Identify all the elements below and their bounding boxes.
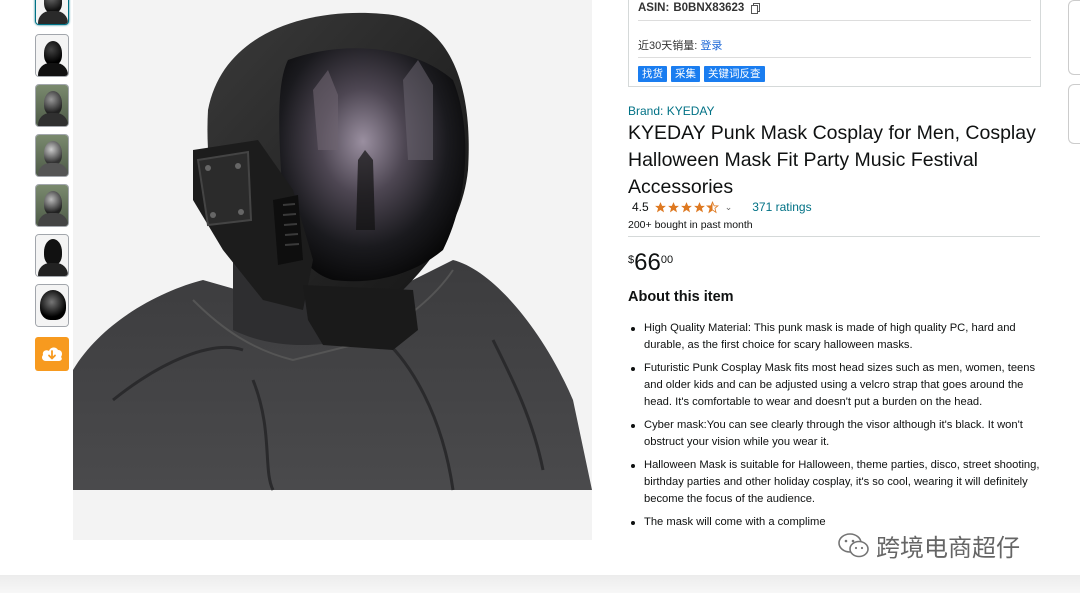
star-icon (654, 201, 666, 212)
extension-buttons: 找货 采集 关键词反查 (638, 66, 765, 82)
ratings-link[interactable]: 371 ratings (752, 200, 811, 214)
bought-count: 200+ bought in past month (628, 219, 753, 231)
star-icon (667, 201, 679, 212)
brand-link[interactable]: Brand: KYEDAY (628, 104, 714, 118)
feature-bullet: High Quality Material: This punk mask is… (628, 320, 1043, 354)
login-link[interactable]: 登录 (700, 40, 722, 52)
wechat-icon (838, 532, 869, 557)
extension-divider (638, 20, 1031, 21)
price-whole: 66 (634, 249, 661, 276)
chevron-down-icon[interactable]: ⌄ (725, 202, 733, 213)
thumbnail-7[interactable] (35, 284, 69, 327)
price-fraction: 00 (660, 254, 674, 266)
star-icon (693, 201, 705, 212)
thumbnail-3[interactable] (35, 84, 69, 127)
thumbnail-5[interactable] (35, 184, 69, 227)
feature-bullet: Cyber mask:You can see clearly through t… (628, 417, 1043, 451)
thumbnail-1[interactable] (35, 0, 69, 25)
thumbnail-4[interactable] (35, 134, 69, 177)
rating-row: 4.5 ⌄ 371 ratings (632, 200, 812, 214)
section-divider (628, 236, 1040, 237)
feature-bullets: High Quality Material: This punk mask is… (628, 320, 1043, 537)
star-half-icon (705, 200, 719, 213)
extension-panel: ASIN: B0BNX83623 近30天销量: 登录 找货 采集 关键词反查 (628, 0, 1041, 87)
side-panel-edge (1068, 84, 1080, 144)
feature-bullet: Futuristic Punk Cosplay Mask fits most h… (628, 360, 1043, 411)
feature-bullet: Halloween Mask is suitable for Halloween… (628, 457, 1043, 508)
sales-label: 近30天销量: (638, 40, 698, 52)
keyword-lookup-button[interactable]: 关键词反查 (704, 66, 765, 82)
mask-illustration (73, 12, 592, 491)
about-heading: About this item (628, 289, 734, 305)
asin-value: B0BNX83623 (673, 2, 745, 14)
page-footer-shadow (0, 575, 1080, 593)
cloud-download-button[interactable] (35, 337, 69, 371)
thumbnail-6[interactable] (35, 234, 69, 277)
thumbnail-2[interactable] (35, 34, 69, 77)
product-page: ASIN: B0BNX83623 近30天销量: 登录 找货 采集 关键词反查 … (0, 0, 1080, 593)
asin-row: ASIN: B0BNX83623 (638, 0, 761, 16)
extension-divider (638, 57, 1031, 58)
watermark-text: 跨境电商超仔 (876, 535, 1020, 562)
collect-button[interactable]: 采集 (671, 66, 700, 82)
main-product-image[interactable] (73, 0, 592, 540)
copy-icon[interactable] (751, 2, 761, 14)
find-goods-button[interactable]: 找货 (638, 66, 667, 82)
side-panel-edge (1068, 0, 1080, 75)
sales-row: 近30天销量: 登录 (638, 37, 722, 53)
cloud-download-icon (42, 347, 62, 361)
watermark: 跨境电商超仔 (838, 528, 1020, 563)
price: $ 66 00 (628, 250, 673, 276)
rating-value: 4.5 (632, 200, 649, 214)
asin-label: ASIN: (638, 2, 670, 14)
product-title: KYEDAY Punk Mask Cosplay for Men, Cospla… (628, 122, 1036, 198)
rating-stars[interactable] (654, 200, 719, 214)
star-icon (680, 201, 692, 212)
